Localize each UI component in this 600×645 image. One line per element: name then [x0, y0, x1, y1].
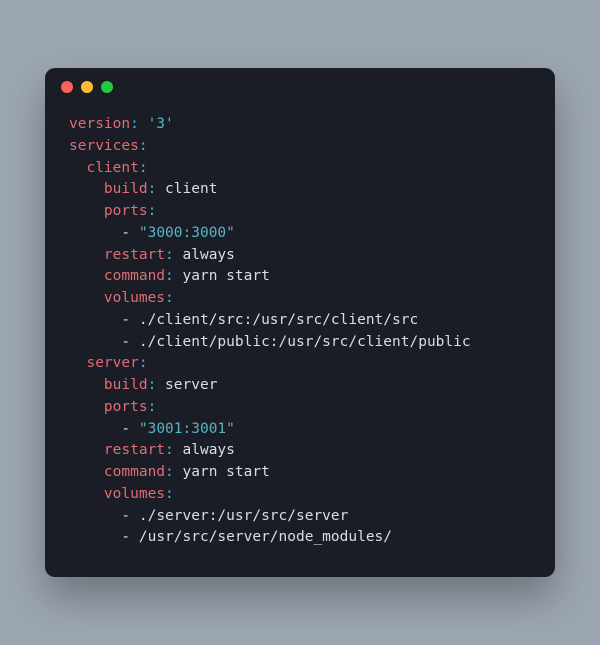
colon: :: [139, 355, 148, 371]
terminal-window: version: '3' services: client: build: cl…: [45, 68, 555, 577]
yaml-key: ports: [104, 399, 148, 415]
colon: :: [139, 160, 148, 176]
yaml-string: '3': [148, 116, 174, 132]
minimize-icon[interactable]: [81, 81, 93, 93]
list-dash: -: [121, 529, 130, 545]
list-dash: -: [121, 312, 130, 328]
yaml-value: ./client/public:/usr/src/client/public: [139, 334, 471, 350]
yaml-value: client: [165, 181, 217, 197]
yaml-value: ./server:/usr/src/server: [139, 508, 349, 524]
yaml-value: always: [183, 247, 235, 263]
yaml-string: "3000:3000": [139, 225, 235, 241]
yaml-key: restart: [104, 442, 165, 458]
yaml-key: command: [104, 268, 165, 284]
yaml-key: services: [69, 138, 139, 154]
colon: :: [148, 399, 157, 415]
colon: :: [165, 247, 174, 263]
yaml-key: server: [86, 355, 138, 371]
yaml-value: /usr/src/server/node_modules/: [139, 529, 392, 545]
colon: :: [165, 268, 174, 284]
list-dash: -: [121, 421, 130, 437]
yaml-key: volumes: [104, 290, 165, 306]
window-titlebar: [45, 68, 555, 106]
yaml-value: yarn start: [183, 464, 270, 480]
colon: :: [148, 203, 157, 219]
yaml-key: ports: [104, 203, 148, 219]
colon: :: [148, 377, 157, 393]
yaml-key: version: [69, 116, 130, 132]
yaml-key: volumes: [104, 486, 165, 502]
colon: :: [165, 290, 174, 306]
yaml-value: server: [165, 377, 217, 393]
colon: :: [130, 116, 139, 132]
yaml-value: always: [183, 442, 235, 458]
list-dash: -: [121, 334, 130, 350]
yaml-key: build: [104, 377, 148, 393]
yaml-key: build: [104, 181, 148, 197]
yaml-string: "3001:3001": [139, 421, 235, 437]
maximize-icon[interactable]: [101, 81, 113, 93]
colon: :: [165, 486, 174, 502]
list-dash: -: [121, 225, 130, 241]
close-icon[interactable]: [61, 81, 73, 93]
colon: :: [165, 442, 174, 458]
yaml-value: yarn start: [183, 268, 270, 284]
list-dash: -: [121, 508, 130, 524]
colon: :: [139, 138, 148, 154]
code-block: version: '3' services: client: build: cl…: [45, 106, 555, 577]
yaml-key: client: [86, 160, 138, 176]
yaml-key: command: [104, 464, 165, 480]
yaml-key: restart: [104, 247, 165, 263]
colon: :: [165, 464, 174, 480]
colon: :: [148, 181, 157, 197]
yaml-value: ./client/src:/usr/src/client/src: [139, 312, 418, 328]
